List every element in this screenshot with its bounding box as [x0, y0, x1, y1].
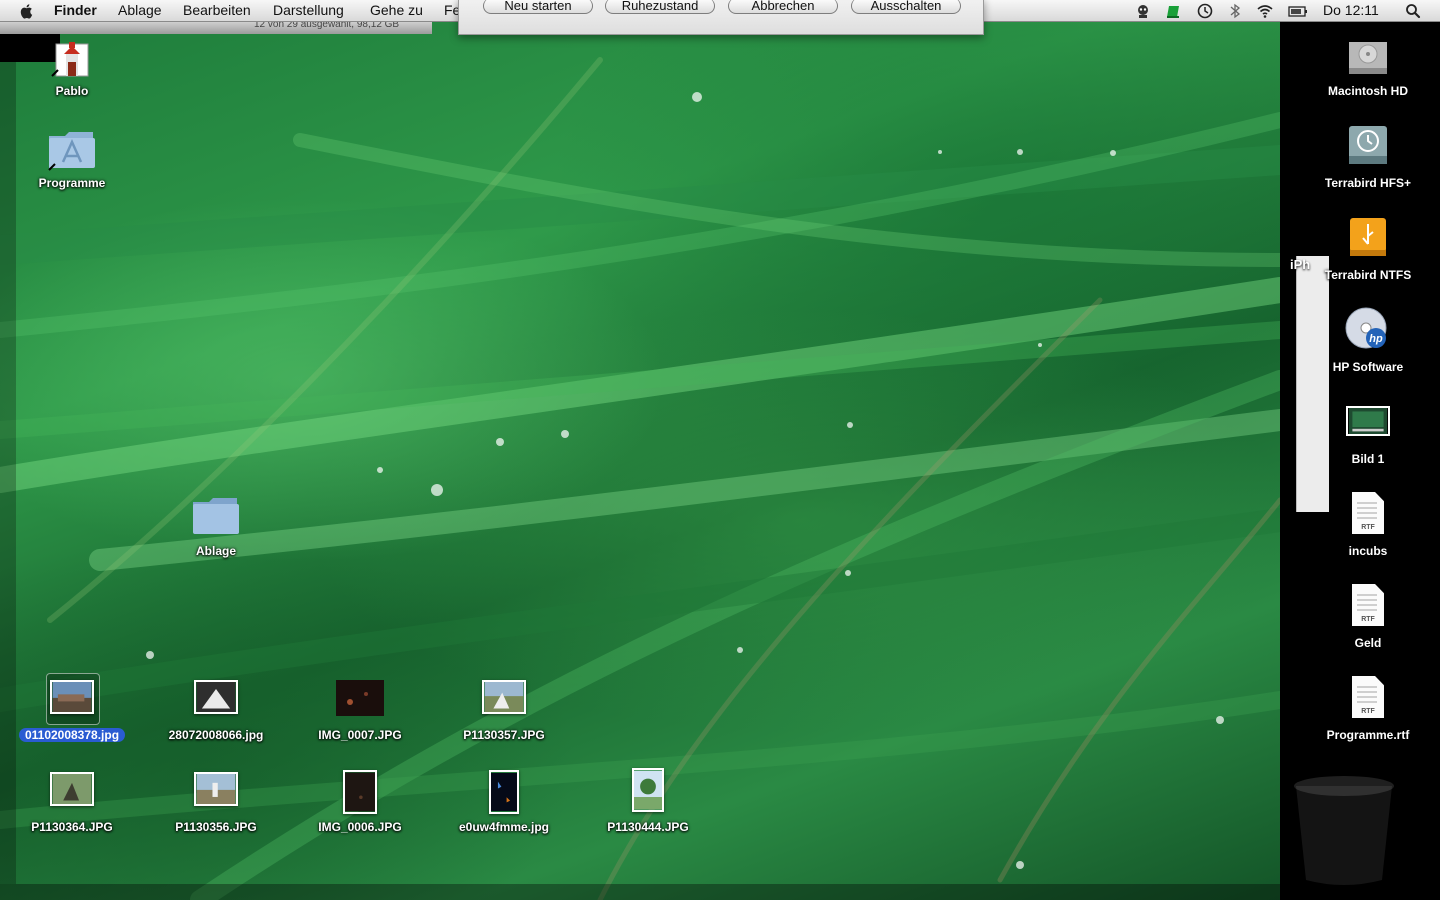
desktop-icon-ablage[interactable]: Ablage	[146, 492, 286, 562]
desktop-icon-programme[interactable]: Programme	[2, 124, 142, 194]
desktop-icon-label: P1130364.JPG	[31, 820, 113, 834]
finder-window-statusbar: 12 von 29 ausgewählt, 98,12 GB	[0, 22, 432, 34]
desktop-icon-incubs[interactable]: RTF incubs	[1298, 490, 1438, 560]
spotlight-icon[interactable]	[1404, 2, 1422, 20]
rtf-document-icon: RTF	[1352, 584, 1384, 626]
cd-disc-icon: hp	[1345, 307, 1387, 349]
desktop-icon-photo[interactable]: P1130356.JPG	[146, 768, 286, 838]
time-machine-icon[interactable]	[1196, 2, 1214, 20]
wifi-icon[interactable]	[1256, 2, 1274, 20]
desktop-icon-terrabird-hfs[interactable]: Terrabird HFS+	[1298, 124, 1438, 194]
photo-thumbnail	[50, 680, 94, 714]
desktop-icon-label: Terrabird HFS+	[1324, 176, 1412, 190]
photo-thumbnail	[343, 770, 377, 814]
desktop-icon-photo[interactable]: P1130444.JPG	[578, 768, 718, 838]
desktop-icon-label: HP Software	[1332, 360, 1404, 374]
restart-button[interactable]: Neu starten	[483, 0, 593, 14]
menu-finder[interactable]: Finder	[54, 2, 97, 18]
green-flag-icon[interactable]	[1164, 2, 1182, 20]
desktop-icon-label: IMG_0006.JPG	[318, 820, 402, 834]
desktop-icon-label: Pablo	[55, 84, 89, 98]
rtf-document-icon: RTF	[1352, 676, 1384, 718]
cancel-button[interactable]: Abbrechen	[728, 0, 838, 14]
desktop-icon-label: Macintosh HD	[1327, 84, 1408, 98]
desktop-icon-label: IMG_0007.JPG	[318, 728, 402, 742]
bluetooth-icon[interactable]	[1226, 2, 1244, 20]
photo-thumbnail	[632, 768, 664, 812]
shutdown-dialog: Neu starten Ruhezustand Abbrechen Aussch…	[458, 0, 984, 35]
menu-gehe-zu[interactable]: Gehe zu	[370, 2, 423, 18]
desktop-icon-macintosh-hd[interactable]: Macintosh HD	[1298, 34, 1438, 104]
desktop-icon-hp-software[interactable]: hp HP Software	[1298, 306, 1438, 376]
battery-icon[interactable]	[1287, 2, 1309, 20]
desktop-icon-label: e0uw4fmme.jpg	[458, 820, 550, 834]
desktop-icon-label: Bild 1	[1351, 452, 1385, 466]
desktop-icon-photo[interactable]: e0uw4fmme.jpg	[434, 768, 574, 838]
desktop-icon-pablo[interactable]: Pablo	[2, 34, 142, 104]
desktop-icon-photo[interactable]: 01102008378.jpg	[2, 676, 142, 746]
desktop-icon-label: Ablage	[195, 544, 236, 558]
desktop-icon-photo[interactable]: P1130364.JPG	[2, 768, 142, 838]
desktop-icon-label: Terrabird NTFS	[1324, 268, 1412, 282]
svg-text:hp: hp	[1369, 333, 1383, 345]
hard-drive-icon	[1349, 42, 1387, 74]
desktop-icon-programme-rtf[interactable]: RTF Programme.rtf	[1298, 674, 1438, 744]
desktop-icon-bild-1[interactable]: Bild 1	[1298, 400, 1438, 470]
photo-thumbnail	[194, 680, 238, 714]
finder-status-text: 12 von 29 ausgewählt, 98,12 GB	[254, 22, 400, 30]
applications-folder-icon	[48, 132, 95, 171]
partial-window[interactable]	[1296, 256, 1329, 512]
desktop-icon-geld[interactable]: RTF Geld	[1298, 582, 1438, 652]
menubar-clock[interactable]: Do 12:11	[1323, 2, 1379, 18]
time-machine-drive-icon	[1349, 126, 1387, 164]
sleep-button[interactable]: Ruhezustand	[605, 0, 715, 14]
photo-thumbnail	[336, 680, 384, 716]
desktop-wallpaper	[0, 0, 1440, 900]
grass-blades	[0, 57, 1295, 900]
desktop-icon-label: P1130356.JPG	[175, 820, 257, 834]
menu-bearbeiten[interactable]: Bearbeiten	[183, 2, 251, 18]
desktop-icon-label: P1130444.JPG	[607, 820, 689, 834]
desktop-icon-photo[interactable]: P1130357.JPG	[434, 676, 574, 746]
robot-icon[interactable]	[1134, 2, 1152, 20]
folder-icon	[193, 498, 239, 534]
usb-drive-icon	[1350, 218, 1386, 256]
photo-thumbnail	[50, 772, 94, 806]
desktop-icon-label: Programme	[38, 176, 106, 190]
desktop-icon-photo[interactable]: IMG_0007.JPG	[290, 676, 430, 746]
desktop-icon-label: incubs	[1348, 544, 1388, 558]
desktop-icon-label: Geld	[1354, 636, 1382, 650]
menu-darstellung[interactable]: Darstellung	[273, 2, 344, 18]
desktop-icon-label: Programme.rtf	[1326, 728, 1410, 742]
desktop-icon-label: 01102008378.jpg	[2, 728, 142, 742]
desktop-icon-photo[interactable]: IMG_0006.JPG	[290, 768, 430, 838]
desktop-icon-terrabird-ntfs[interactable]: Terrabird NTFS	[1298, 214, 1438, 284]
shutdown-button[interactable]: Ausschalten	[851, 0, 961, 14]
rtf-document-icon: RTF	[1352, 492, 1384, 534]
desktop-icon-label: P1130357.JPG	[463, 728, 545, 742]
photo-thumbnail	[482, 680, 526, 714]
menu-ablage[interactable]: Ablage	[118, 2, 162, 18]
photo-thumbnail	[489, 770, 519, 814]
user-home-icon	[51, 42, 89, 77]
screenshot-thumbnail	[1346, 406, 1390, 436]
apple-icon[interactable]	[18, 2, 36, 20]
desktop-icon-label: 28072008066.jpg	[168, 728, 264, 742]
trash-icon[interactable]	[1292, 772, 1396, 888]
bottom-edge-shade	[0, 884, 1280, 900]
photo-thumbnail	[194, 772, 238, 806]
desktop-icon-photo[interactable]: 28072008066.jpg	[146, 676, 286, 746]
